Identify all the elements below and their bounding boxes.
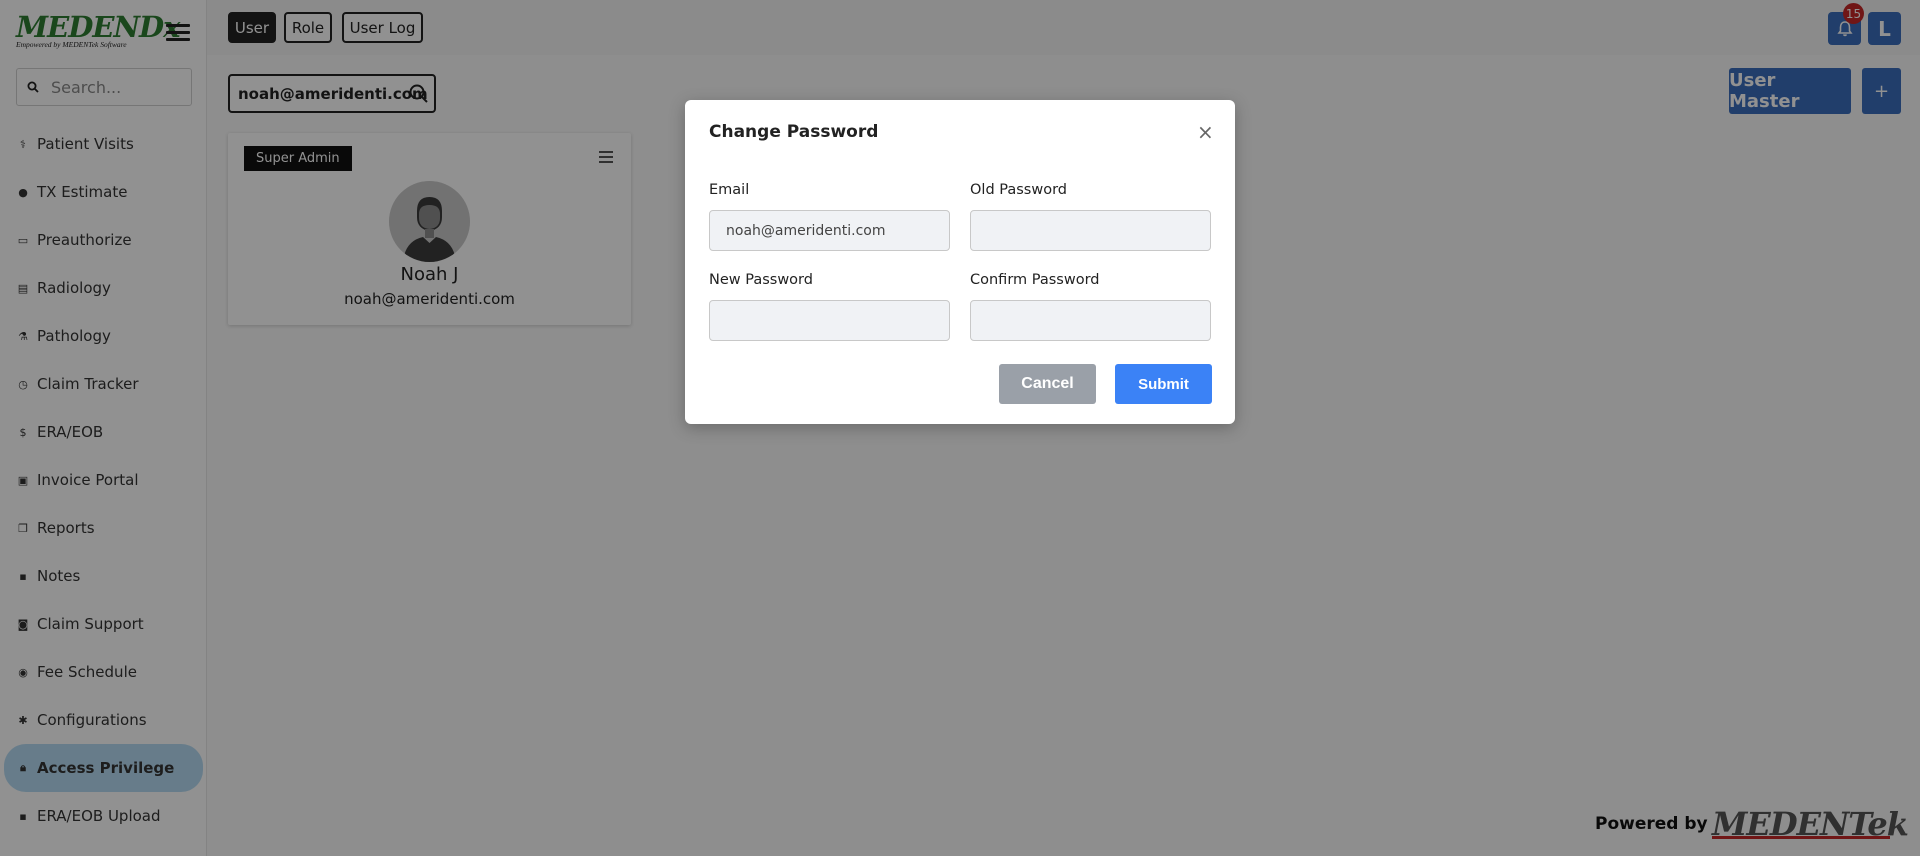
new-password-label: New Password (709, 272, 813, 288)
close-icon[interactable]: × (1197, 120, 1214, 144)
submit-button[interactable]: Submit (1115, 364, 1212, 404)
email-field[interactable] (709, 210, 950, 251)
old-password-label: Old Password (970, 182, 1067, 198)
confirm-password-field[interactable] (970, 300, 1211, 341)
new-password-field[interactable] (709, 300, 950, 341)
dialog-title: Change Password (709, 122, 879, 142)
change-password-dialog: Change Password × Email Old Password New… (685, 100, 1235, 424)
cancel-button[interactable]: Cancel (999, 364, 1096, 404)
confirm-password-label: Confirm Password (970, 272, 1100, 288)
old-password-field[interactable] (970, 210, 1211, 251)
email-label: Email (709, 182, 750, 198)
